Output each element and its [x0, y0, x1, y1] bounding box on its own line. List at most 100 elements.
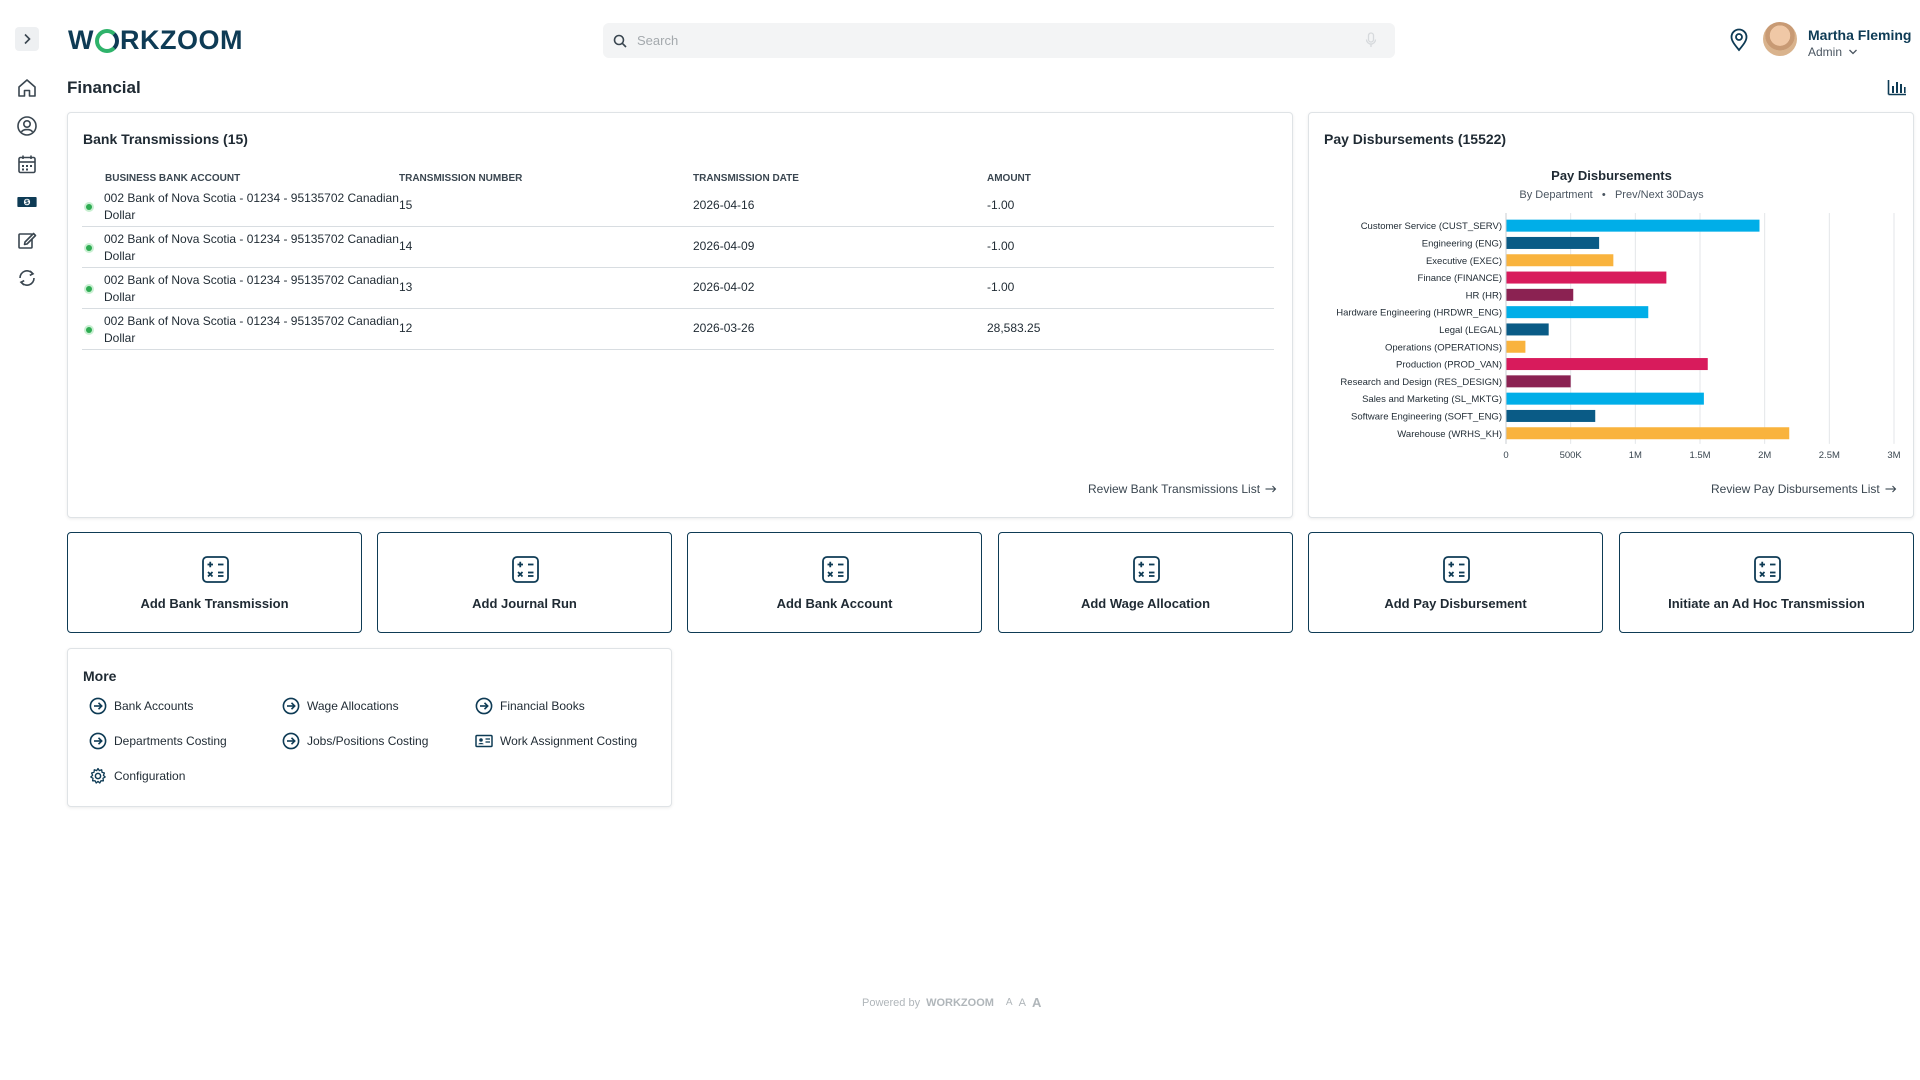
calculator-icon	[1443, 556, 1470, 583]
chart-bar[interactable]	[1506, 288, 1574, 301]
footer-powered-by: Powered by	[862, 996, 921, 1009]
chart-bar[interactable]	[1506, 323, 1549, 336]
search-bar[interactable]	[603, 23, 1395, 58]
review-pay-disbursements-link[interactable]: Review Pay Disbursements List	[1711, 482, 1897, 496]
chart-bar[interactable]	[1506, 375, 1571, 388]
y-category-label: Legal (LEGAL)	[1439, 325, 1502, 336]
column-header-number[interactable]: TRANSMISSION NUMBER	[399, 173, 522, 184]
home-icon	[18, 79, 36, 97]
more-title: More	[83, 668, 117, 684]
user-role-dropdown[interactable]: Admin	[1808, 45, 1858, 59]
chart-bar[interactable]	[1506, 306, 1649, 319]
add-wage-allocation-button[interactable]: Add Wage Allocation	[998, 532, 1293, 633]
gear-icon	[90, 767, 106, 784]
calculator-icon	[202, 556, 229, 583]
location-button[interactable]	[1728, 28, 1750, 57]
calendar-icon	[18, 155, 36, 174]
more-link-label: Configuration	[114, 769, 186, 783]
calculator-icon	[512, 556, 539, 583]
chart-subtitle-period: Prev/Next 30Days	[1614, 189, 1704, 201]
status-dot	[84, 243, 94, 253]
more-link-label: Work Assignment Costing	[500, 734, 638, 748]
more-link-bank-accounts[interactable]: Bank Accounts	[89, 697, 193, 715]
workzoom-logo[interactable]: W RKZOOM	[68, 24, 243, 56]
chart-bar[interactable]	[1506, 409, 1596, 422]
logo-o-mark	[94, 29, 119, 53]
money-bill-icon: $	[17, 196, 37, 208]
search-input[interactable]	[637, 33, 1357, 48]
review-bank-transmissions-link[interactable]: Review Bank Transmissions List	[1088, 482, 1277, 496]
chart-bar[interactable]	[1506, 392, 1704, 405]
nav-home[interactable]	[16, 77, 38, 99]
initiate-ad-hoc-transmission-button[interactable]: Initiate an Ad Hoc Transmission	[1619, 532, 1914, 633]
more-link-departments-costing[interactable]: Departments Costing	[89, 732, 227, 750]
expand-nav-button[interactable]	[15, 27, 39, 51]
y-category-label: Executive (EXEC)	[1426, 256, 1502, 267]
chart-bar[interactable]	[1506, 427, 1790, 440]
tile-label: Add Bank Account	[776, 596, 893, 611]
x-tick-label: 1.5M	[1689, 450, 1710, 461]
font-size-large-button[interactable]: A	[1032, 995, 1041, 1010]
x-tick-label: 1M	[1629, 450, 1642, 461]
column-header-date[interactable]: TRANSMISSION DATE	[693, 173, 799, 184]
y-category-label: Hardware Engineering (HRDWR_ENG)	[1336, 308, 1502, 319]
tile-label: Add Pay Disbursement	[1384, 596, 1527, 611]
logo-text-rest: RKZOOM	[119, 24, 243, 55]
analytics-button[interactable]	[1887, 78, 1907, 101]
chart-bar[interactable]	[1506, 271, 1667, 284]
row-amount: -1.00	[987, 280, 1015, 294]
row-account: 002 Bank of Nova Scotia - 01234 - 951357…	[104, 314, 399, 345]
chart-bar[interactable]	[1506, 358, 1708, 371]
review-pay-disbursements-label: Review Pay Disbursements List	[1711, 482, 1880, 496]
nav-edit[interactable]	[16, 229, 38, 251]
column-header-account[interactable]: BUSINESS BANK ACCOUNT	[105, 173, 240, 184]
bank-transmissions-title: Bank Transmissions (15)	[83, 131, 248, 147]
status-dot	[84, 325, 94, 335]
add-journal-run-button[interactable]: Add Journal Run	[377, 532, 672, 633]
y-category-label: Software Engineering (SOFT_ENG)	[1351, 411, 1502, 422]
microphone-button[interactable]	[1365, 32, 1377, 53]
table-row[interactable]: 002 Bank of Nova Scotia - 01234 - 951357…	[82, 186, 1274, 227]
more-link-label: Bank Accounts	[114, 699, 194, 713]
x-tick-label: 2M	[1758, 450, 1771, 461]
row-date: 2026-04-02	[693, 280, 755, 294]
row-account: 002 Bank of Nova Scotia - 01234 - 951357…	[104, 232, 399, 263]
more-link-financial-books[interactable]: Financial Books	[475, 697, 585, 715]
chart-bar[interactable]	[1506, 340, 1526, 353]
nav-sync[interactable]	[16, 267, 38, 289]
sync-icon	[19, 270, 35, 286]
more-link-work-assignment-costing[interactable]: Work Assignment Costing	[475, 732, 637, 750]
tile-label: Add Journal Run	[472, 596, 577, 611]
chart-bar[interactable]	[1506, 254, 1614, 267]
nav-profile[interactable]	[16, 115, 38, 137]
more-card: More Bank Accounts Wage Allocations Fina…	[67, 648, 672, 807]
footer-brand: WORKZOOM	[926, 996, 994, 1009]
chevron-down-icon	[1849, 49, 1857, 55]
column-header-amount[interactable]: AMOUNT	[987, 173, 1031, 184]
y-category-label: Engineering (ENG)	[1422, 238, 1502, 249]
more-link-jobs-positions-costing[interactable]: Jobs/Positions Costing	[282, 732, 428, 750]
more-link-label: Wage Allocations	[307, 699, 399, 713]
microphone-icon	[1365, 32, 1377, 47]
y-category-label: HR (HR)	[1466, 290, 1502, 301]
add-bank-account-button[interactable]: Add Bank Account	[687, 532, 982, 633]
font-size-medium-button[interactable]: A	[1019, 997, 1026, 1009]
table-row[interactable]: 002 Bank of Nova Scotia - 01234 - 951357…	[82, 309, 1274, 350]
arrow-circle-icon	[89, 697, 107, 715]
nav-calendar[interactable]	[16, 153, 38, 175]
table-row[interactable]: 002 Bank of Nova Scotia - 01234 - 951357…	[82, 268, 1274, 309]
more-link-wage-allocations[interactable]: Wage Allocations	[282, 697, 399, 715]
x-tick-label: 0	[1503, 450, 1508, 461]
nav-financial[interactable]: $	[16, 191, 38, 213]
chart-bar[interactable]	[1506, 219, 1760, 232]
add-pay-disbursement-button[interactable]: Add Pay Disbursement	[1308, 532, 1603, 633]
review-bank-transmissions-label: Review Bank Transmissions List	[1088, 482, 1261, 496]
x-tick-label: 2.5M	[1819, 450, 1840, 461]
add-bank-transmission-button[interactable]: Add Bank Transmission	[67, 532, 362, 633]
font-size-small-button[interactable]: A	[1006, 997, 1013, 1008]
table-row[interactable]: 002 Bank of Nova Scotia - 01234 - 951357…	[82, 227, 1274, 268]
avatar[interactable]	[1763, 22, 1797, 56]
more-link-configuration[interactable]: Configuration	[89, 767, 185, 785]
more-link-label: Departments Costing	[114, 734, 227, 748]
chart-bar[interactable]	[1506, 236, 1600, 249]
